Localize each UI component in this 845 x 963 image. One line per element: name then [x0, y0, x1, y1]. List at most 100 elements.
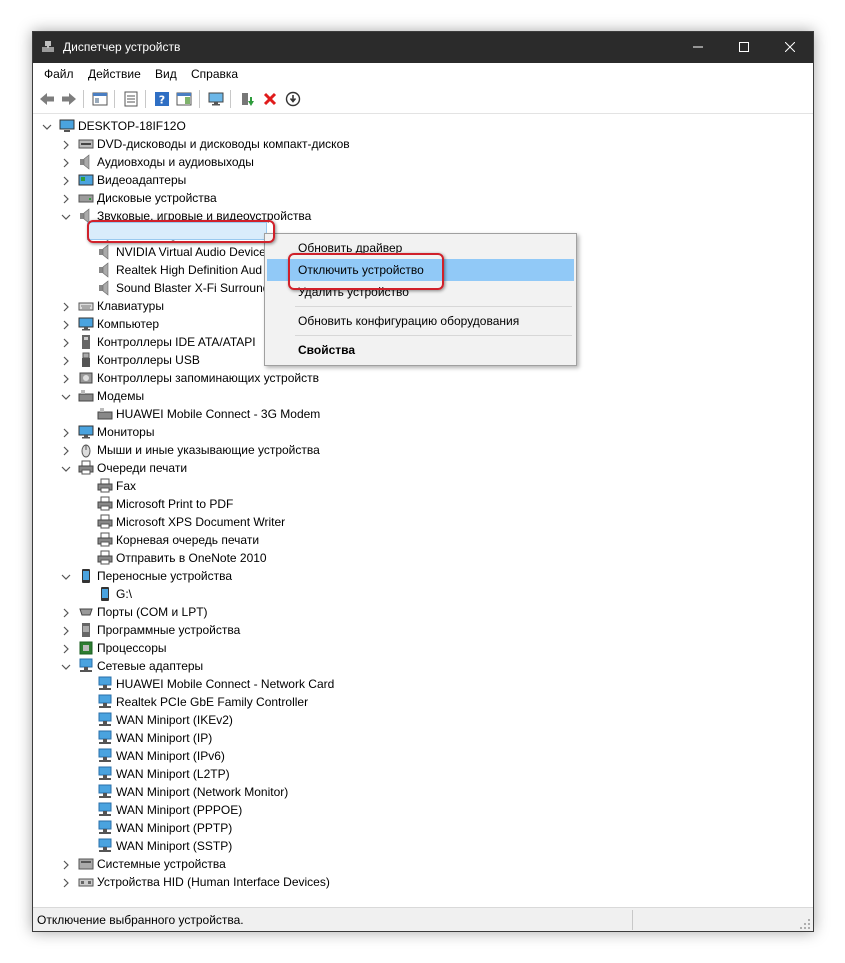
tree-row[interactable]: HUAWEI Mobile Connect - Network Card [33, 675, 733, 693]
toolbar: ? [33, 85, 813, 114]
menu-view[interactable]: Вид [155, 67, 177, 81]
tree-row[interactable]: DESKTOP-18IF12O [33, 117, 733, 135]
chevron-right-icon[interactable] [61, 319, 71, 330]
chevron-right-icon[interactable] [61, 427, 71, 438]
tree-row-label: Устройства HID (Human Interface Devices) [97, 875, 330, 889]
chevron-down-icon[interactable] [61, 211, 71, 221]
monitor-icon[interactable] [207, 90, 225, 108]
help-icon[interactable]: ? [153, 90, 171, 108]
tree-row[interactable]: Устройства HID (Human Interface Devices) [33, 873, 733, 891]
tree-row[interactable]: WAN Miniport (IPv6) [33, 747, 733, 765]
menu-file[interactable]: Файл [44, 67, 74, 81]
tree-row[interactable]: Модемы [33, 387, 733, 405]
tree-row[interactable]: WAN Miniport (Network Monitor) [33, 783, 733, 801]
chevron-right-icon[interactable] [61, 877, 71, 888]
network-adapter-icon [97, 748, 113, 764]
tree-row[interactable]: Процессоры [33, 639, 733, 657]
chevron-right-icon[interactable] [61, 175, 71, 186]
tree-row[interactable]: Microsoft Print to PDF [33, 495, 733, 513]
tree-row[interactable]: Сетевые адаптеры [33, 657, 733, 675]
tree-row[interactable]: DVD-дисководы и дисководы компакт-дисков [33, 135, 733, 153]
tree-row[interactable]: Переносные устройства [33, 567, 733, 585]
tree-row[interactable]: Microsoft XPS Document Writer [33, 513, 733, 531]
tree-row[interactable]: Дисковые устройства [33, 189, 733, 207]
tree-row[interactable]: HUAWEI Mobile Connect - 3G Modem [33, 405, 733, 423]
tree-row[interactable]: WAN Miniport (IKEv2) [33, 711, 733, 729]
tree-row[interactable]: Очереди печати [33, 459, 733, 477]
tree-row[interactable]: Отправить в OneNote 2010 [33, 549, 733, 567]
chevron-right-icon[interactable] [61, 355, 71, 366]
modem-icon [97, 406, 113, 422]
chevron-right-icon[interactable] [61, 607, 71, 618]
tree-row-label: Контроллеры запоминающих устройств [97, 371, 319, 385]
printer-icon [97, 532, 113, 548]
remove-device-icon[interactable] [261, 90, 279, 108]
chevron-right-icon[interactable] [61, 859, 71, 870]
tree-row-label: Realtek High Definition Aud [116, 263, 263, 277]
minimize-button[interactable] [675, 32, 721, 63]
resize-grip-icon[interactable] [799, 918, 811, 930]
chevron-right-icon[interactable] [61, 157, 71, 168]
chevron-right-icon[interactable] [61, 625, 71, 636]
forward-arrow-icon[interactable] [60, 90, 78, 108]
tree-row[interactable]: Мыши и иные указывающие устройства [33, 441, 733, 459]
context-menu-disable-device[interactable]: Отключить устройство [267, 259, 574, 281]
chevron-right-icon[interactable] [61, 301, 71, 312]
tree-row[interactable]: Программные устройства [33, 621, 733, 639]
tree-row-label: Клавиатуры [97, 299, 164, 313]
tree-row-label: Очереди печати [97, 461, 188, 475]
properties-pane-icon[interactable] [91, 90, 109, 108]
context-menu-uninstall-device[interactable]: Удалить устройство [267, 281, 574, 303]
chevron-down-icon[interactable] [61, 661, 71, 671]
tree-row[interactable]: G:\ [33, 585, 733, 603]
list-view-icon[interactable] [122, 90, 140, 108]
chevron-right-icon[interactable] [61, 139, 71, 150]
chevron-down-icon[interactable] [61, 463, 71, 473]
tree-row-label: Переносные устройства [97, 569, 233, 583]
usb-icon [78, 352, 94, 368]
printer-icon [97, 550, 113, 566]
tree-row[interactable]: Порты (COM и LPT) [33, 603, 733, 621]
chevron-down-icon[interactable] [61, 571, 71, 581]
context-menu-scan-hardware[interactable]: Обновить конфигурацию оборудования [267, 310, 574, 332]
tree-row-label: WAN Miniport (PPPOE) [116, 803, 243, 817]
tree-row-label: Sound Blaster X-Fi Surround [116, 281, 270, 295]
disable-device-icon[interactable] [284, 90, 302, 108]
tree-row[interactable]: WAN Miniport (PPTP) [33, 819, 733, 837]
chevron-right-icon[interactable] [61, 445, 71, 456]
tree-row[interactable]: Корневая очередь печати [33, 531, 733, 549]
maximize-button[interactable] [721, 32, 767, 63]
tree-row-label: DVD-дисководы и дисководы компакт-дисков [97, 137, 350, 151]
chevron-right-icon[interactable] [61, 193, 71, 204]
display-adapter-icon [78, 172, 94, 188]
details-view-icon[interactable] [175, 90, 193, 108]
close-button[interactable] [767, 32, 813, 63]
context-menu-update-driver[interactable]: Обновить драйвер [267, 237, 574, 259]
chevron-down-icon[interactable] [61, 391, 71, 401]
update-driver-icon[interactable] [238, 90, 256, 108]
menu-action[interactable]: Действие [88, 67, 141, 81]
context-menu: Обновить драйвер Отключить устройство Уд… [264, 233, 577, 366]
title-bar[interactable]: Диспетчер устройств [33, 32, 813, 63]
tree-row[interactable]: WAN Miniport (SSTP) [33, 837, 733, 855]
tree-row[interactable]: Realtek PCIe GbE Family Controller [33, 693, 733, 711]
tree-row[interactable]: Мониторы [33, 423, 733, 441]
tree-row[interactable]: Аудиовходы и аудиовыходы [33, 153, 733, 171]
back-arrow-icon[interactable] [38, 90, 56, 108]
tree-row[interactable]: Системные устройства [33, 855, 733, 873]
chevron-right-icon[interactable] [61, 337, 71, 348]
chevron-right-icon[interactable] [61, 373, 71, 384]
speaker-icon [97, 262, 113, 278]
tree-row[interactable]: Видеоадаптеры [33, 171, 733, 189]
printer-icon [78, 460, 94, 476]
chevron-right-icon[interactable] [61, 643, 71, 654]
tree-row[interactable]: WAN Miniport (PPPOE) [33, 801, 733, 819]
chevron-down-icon[interactable] [42, 121, 52, 131]
context-menu-properties[interactable]: Свойства [267, 339, 574, 361]
menu-help[interactable]: Справка [191, 67, 238, 81]
tree-row[interactable]: WAN Miniport (IP) [33, 729, 733, 747]
tree-row[interactable]: WAN Miniport (L2TP) [33, 765, 733, 783]
tree-row-label: WAN Miniport (L2TP) [116, 767, 230, 781]
tree-row[interactable]: Fax [33, 477, 733, 495]
tree-row[interactable]: Контроллеры запоминающих устройств [33, 369, 733, 387]
